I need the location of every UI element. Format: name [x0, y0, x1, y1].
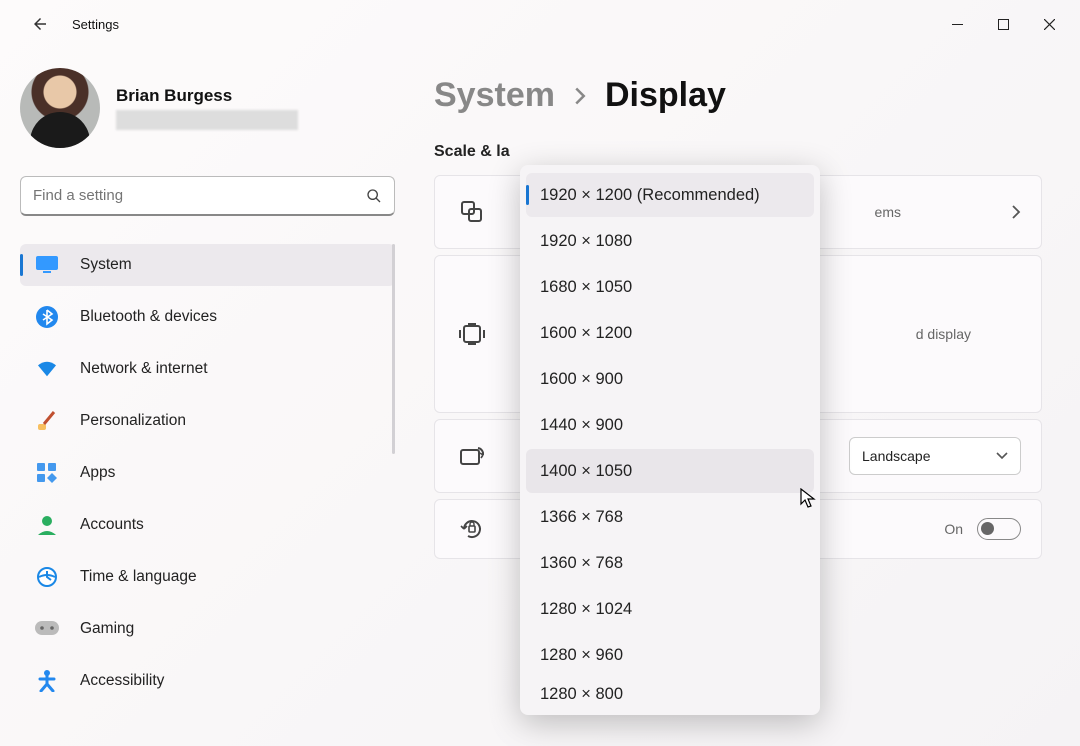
- close-button[interactable]: [1026, 8, 1072, 40]
- user-profile[interactable]: Brian Burgess: [20, 68, 410, 148]
- search-box[interactable]: [20, 176, 395, 216]
- scale-icon: [455, 195, 489, 229]
- sidebar-item-time[interactable]: Time & language: [20, 556, 395, 598]
- resolution-option[interactable]: 1280 × 1024: [526, 587, 814, 631]
- orientation-select[interactable]: Landscape: [849, 437, 1021, 475]
- wifi-icon: [34, 356, 60, 382]
- resolution-option[interactable]: 1280 × 800: [526, 679, 814, 707]
- resolution-option[interactable]: 1920 × 1200 (Recommended): [526, 173, 814, 217]
- paintbrush-icon: [34, 408, 60, 434]
- rotation-lock-toggle[interactable]: [977, 518, 1021, 540]
- sidebar-item-personalization[interactable]: Personalization: [20, 400, 395, 442]
- resolution-icon: [455, 317, 489, 351]
- sidebar-item-label: Bluetooth & devices: [80, 308, 217, 326]
- breadcrumb: System Display: [434, 76, 1046, 115]
- breadcrumb-parent[interactable]: System: [434, 76, 555, 115]
- chevron-right-icon: [573, 86, 587, 106]
- sidebar-scrollbar[interactable]: [392, 244, 395, 454]
- sidebar-item-label: Network & internet: [80, 360, 208, 378]
- resolution-option[interactable]: 1360 × 768: [526, 541, 814, 585]
- search-input[interactable]: [33, 187, 366, 204]
- resolution-option[interactable]: 1440 × 900: [526, 403, 814, 447]
- sidebar-item-apps[interactable]: Apps: [20, 452, 395, 494]
- close-icon: [1044, 19, 1055, 30]
- chevron-right-icon: [1011, 204, 1021, 220]
- resolution-option[interactable]: 1600 × 1200: [526, 311, 814, 355]
- resolution-dropdown: 1920 × 1200 (Recommended) 1920 × 1080 16…: [520, 165, 820, 715]
- arrow-left-icon: [31, 15, 49, 33]
- minimize-button[interactable]: [934, 8, 980, 40]
- sidebar-item-network[interactable]: Network & internet: [20, 348, 395, 390]
- rotation-lock-state: On: [944, 521, 963, 537]
- resolution-option[interactable]: 1600 × 900: [526, 357, 814, 401]
- back-button[interactable]: [20, 4, 60, 44]
- orientation-value: Landscape: [862, 448, 931, 464]
- sidebar-item-gaming[interactable]: Gaming: [20, 608, 395, 650]
- bluetooth-icon: [34, 304, 60, 330]
- maximize-icon: [998, 19, 1009, 30]
- orientation-icon: [455, 439, 489, 473]
- chevron-down-icon: [996, 452, 1008, 460]
- window-controls: [934, 8, 1072, 40]
- sidebar-item-label: System: [80, 256, 132, 274]
- resolution-option[interactable]: 1920 × 1080: [526, 219, 814, 263]
- sidebar-item-label: Accessibility: [80, 672, 164, 690]
- maximize-button[interactable]: [980, 8, 1026, 40]
- sidebar-item-label: Personalization: [80, 412, 186, 430]
- person-icon: [34, 512, 60, 538]
- sidebar-item-bluetooth[interactable]: Bluetooth & devices: [20, 296, 395, 338]
- section-header-scale: Scale & la: [434, 143, 1046, 161]
- clock-globe-icon: [34, 564, 60, 590]
- sidebar: Brian Burgess System Bluetooth & devices…: [0, 48, 410, 746]
- rotation-lock-icon: [455, 512, 489, 546]
- resolution-option[interactable]: 1280 × 960: [526, 633, 814, 677]
- resolution-option[interactable]: 1366 × 768: [526, 495, 814, 539]
- sidebar-item-label: Gaming: [80, 620, 134, 638]
- sidebar-item-label: Apps: [80, 464, 115, 482]
- avatar: [20, 68, 100, 148]
- resolution-option[interactable]: 1680 × 1050: [526, 265, 814, 309]
- search-icon: [366, 188, 382, 204]
- minimize-icon: [952, 19, 963, 30]
- resolution-option[interactable]: 1400 × 1050: [526, 449, 814, 493]
- sidebar-item-system[interactable]: System: [20, 244, 395, 286]
- display-icon: [34, 252, 60, 278]
- sidebar-item-accessibility[interactable]: Accessibility: [20, 660, 395, 702]
- titlebar: Settings: [0, 0, 1080, 48]
- apps-icon: [34, 460, 60, 486]
- sidebar-item-label: Time & language: [80, 568, 197, 586]
- sidebar-item-accounts[interactable]: Accounts: [20, 504, 395, 546]
- breadcrumb-current: Display: [605, 76, 726, 115]
- sidebar-item-label: Accounts: [80, 516, 144, 534]
- app-title: Settings: [72, 17, 119, 32]
- accessibility-icon: [34, 668, 60, 694]
- gamepad-icon: [34, 616, 60, 642]
- user-email-redacted: [116, 110, 298, 130]
- nav-list: System Bluetooth & devices Network & int…: [20, 244, 395, 702]
- user-name: Brian Burgess: [116, 86, 298, 106]
